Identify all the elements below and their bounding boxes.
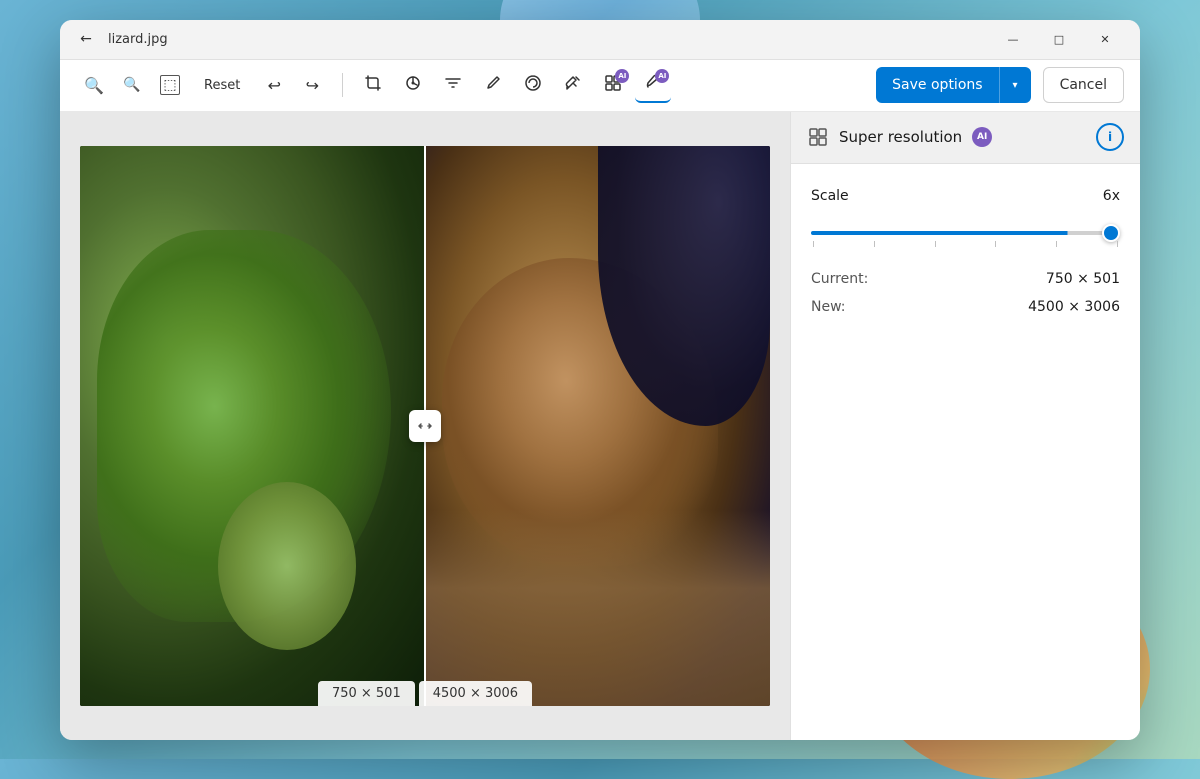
current-value: 750 × 501 [1046, 271, 1120, 287]
scale-value: 6x [1103, 188, 1120, 204]
erase-button[interactable] [555, 67, 591, 103]
fit-view-button[interactable]: ⬚ [152, 67, 188, 103]
tick-5 [1056, 241, 1057, 247]
toolbar: 🔍 🔍 ⬚ Reset ↩ ↪ [60, 60, 1140, 112]
chevron-down-icon: ▾ [1013, 80, 1018, 91]
comparison-handle[interactable] [409, 410, 441, 442]
background-remove-button[interactable] [515, 67, 551, 103]
close-button[interactable]: ✕ [1082, 23, 1128, 55]
app-window: ← lizard.jpg — □ ✕ 🔍 🔍 ⬚ Reset ↩ [60, 20, 1140, 740]
background-remove-icon [524, 74, 542, 96]
current-label: Current: [811, 271, 868, 287]
redo-icon: ↪ [306, 76, 319, 95]
zoom-in-button[interactable]: 🔍 [76, 67, 112, 103]
panel-icon [807, 126, 829, 148]
adjust-icon [404, 74, 422, 96]
info-button[interactable]: i [1096, 123, 1124, 151]
tick-2 [874, 241, 875, 247]
window-controls: — □ ✕ [990, 23, 1128, 55]
panel-header: Super resolution AI i [791, 112, 1140, 164]
maximize-button[interactable]: □ [1036, 23, 1082, 55]
save-options-button[interactable]: Save options [876, 67, 998, 103]
editor-area: 750 × 501 4500 × 3006 [60, 112, 790, 740]
right-panel: Super resolution AI i Scale 6x [790, 112, 1140, 740]
new-label: New: [811, 299, 846, 315]
draw-icon [484, 74, 502, 96]
cancel-button[interactable]: Cancel [1043, 67, 1124, 103]
super-resolution-icon [808, 127, 828, 147]
undo-icon: ↩ [268, 76, 281, 95]
panel-body: Scale 6x Current: 750 [791, 164, 1140, 351]
redo-button[interactable]: ↪ [294, 67, 330, 103]
back-icon: ← [80, 31, 92, 47]
undo-redo-group: ↩ ↪ [256, 67, 330, 103]
zoom-in-icon: 🔍 [84, 76, 104, 95]
fit-view-icon: ⬚ [160, 75, 179, 95]
filter-icon [444, 74, 462, 96]
scale-row: Scale 6x [811, 188, 1120, 204]
main-content: 750 × 501 4500 × 3006 Super resolution [60, 112, 1140, 740]
tick-1 [813, 241, 814, 247]
save-group: Save options ▾ [876, 67, 1030, 103]
zoom-out-icon: 🔍 [123, 77, 140, 93]
arrows-icon [417, 418, 433, 434]
adjust-button[interactable] [395, 67, 431, 103]
draw-button[interactable] [475, 67, 511, 103]
minimize-button[interactable]: — [990, 23, 1036, 55]
save-options-dropdown-button[interactable]: ▾ [999, 67, 1031, 103]
ai-tool-2-button[interactable]: AI [635, 67, 671, 103]
enhanced-image-half [425, 146, 770, 706]
image-wrapper: 750 × 501 4500 × 3006 [80, 146, 770, 706]
scale-slider-container [811, 220, 1120, 247]
panel-title: Super resolution [839, 128, 962, 146]
ai-badge-1: AI [615, 69, 629, 83]
scale-slider[interactable] [811, 231, 1120, 235]
reset-button[interactable]: Reset [192, 69, 252, 101]
filter-button[interactable] [435, 67, 471, 103]
new-dimensions-row: New: 4500 × 3006 [811, 299, 1120, 315]
crop-icon [364, 74, 382, 96]
panel-ai-badge: AI [972, 127, 992, 147]
ai-badge-2: AI [655, 69, 669, 83]
crop-button[interactable] [355, 67, 391, 103]
undo-button[interactable]: ↩ [256, 67, 292, 103]
new-value: 4500 × 3006 [1028, 299, 1120, 315]
current-dimensions-row: Current: 750 × 501 [811, 271, 1120, 287]
ai-tool-1-button[interactable]: AI [595, 67, 631, 103]
original-image-half [80, 146, 425, 706]
zoom-group: 🔍 🔍 ⬚ [76, 67, 188, 103]
zoom-out-button[interactable]: 🔍 [114, 67, 150, 103]
image-container: 750 × 501 4500 × 3006 [80, 146, 770, 706]
tick-3 [935, 241, 936, 247]
tick-4 [995, 241, 996, 247]
toolbar-separator-1 [342, 73, 343, 97]
title-bar: ← lizard.jpg — □ ✕ [60, 20, 1140, 60]
tick-6 [1117, 241, 1118, 247]
scale-label: Scale [811, 188, 849, 204]
filename-label: lizard.jpg [108, 32, 168, 47]
erase-icon [564, 74, 582, 96]
back-button[interactable]: ← [72, 25, 100, 53]
